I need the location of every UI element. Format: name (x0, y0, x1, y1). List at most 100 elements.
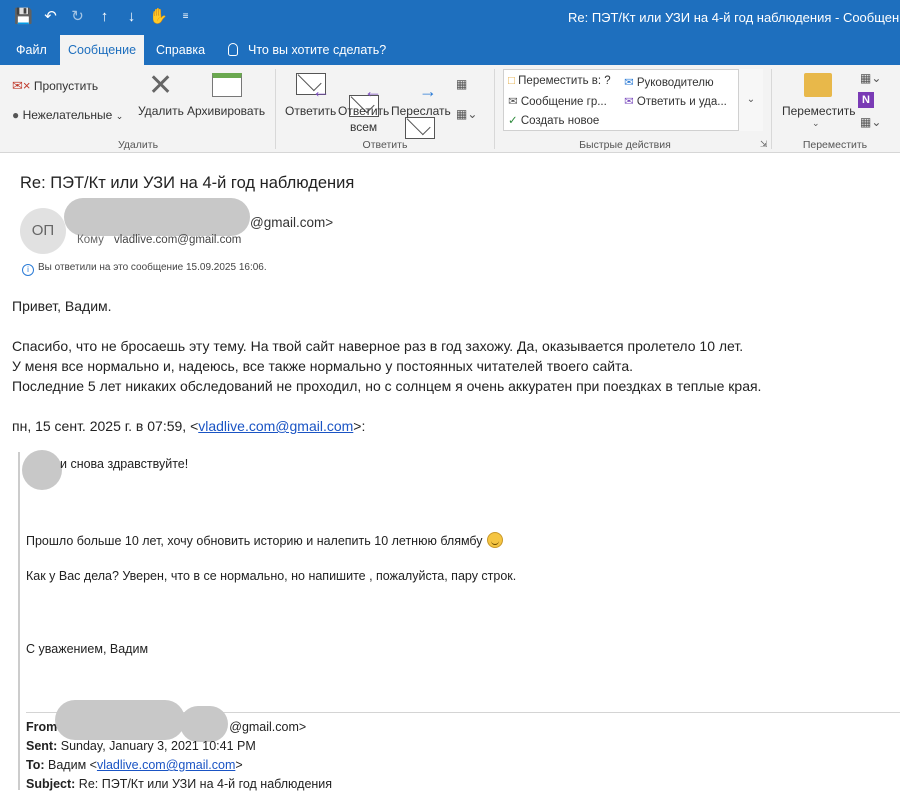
quickstep-create-new-label: Создать новое (520, 115, 600, 127)
up-icon[interactable]: ↑ (91, 6, 118, 28)
forward-icon[interactable] (405, 117, 435, 139)
junk-label: Нежелательные (22, 108, 113, 122)
junk-icon: ● (12, 108, 20, 122)
group-label-delete: Удалить (117, 139, 159, 151)
to-label: Кому (77, 234, 104, 246)
dialog-launcher-icon[interactable]: ⇲ (760, 139, 768, 150)
ignore-label: Пропустить (33, 79, 99, 93)
ribbon: ✉× Пропустить ● Нежелательные ⌄ ✕ Удалит… (0, 65, 900, 153)
ribbon-separator (275, 69, 276, 149)
quote-intro: пн, 15 сент. 2025 г. в 07:59, <vladlive.… (12, 418, 365, 434)
ribbon-tabs: Файл Сообщение Справка Что вы хотите сде… (0, 35, 900, 65)
quote-hello: и снова здравствуйте! (60, 457, 189, 471)
group-label-respond: Ответить (362, 139, 408, 151)
ribbon-separator (771, 69, 772, 149)
to-recipient[interactable]: vladlive.com@gmail.com (114, 234, 241, 246)
quote-regards: С уважением, Вадим (26, 642, 149, 656)
tab-help[interactable]: Справка (148, 35, 213, 65)
quick-steps-more-button[interactable]: ⌄ (738, 69, 763, 131)
quoted-avatar-redaction (22, 450, 62, 490)
junk-button[interactable]: ● Нежелательные ⌄ (12, 108, 123, 122)
quoted-subject: Subject: Re: ПЭТ/Кт или УЗИ на 4-й год н… (26, 777, 332, 791)
ribbon-separator (494, 69, 495, 149)
quoted-sent-label: Sent: (26, 739, 58, 753)
quoted-sent: Sent: Sunday, January 3, 2021 10:41 PM (26, 739, 256, 753)
ignore-button[interactable]: ✉× Пропустить (12, 78, 98, 94)
redo-icon[interactable]: ↻ (64, 6, 91, 28)
greeting: Привет, Вадим. (12, 298, 112, 314)
tab-message[interactable]: Сообщение (60, 35, 144, 65)
move-button[interactable]: Переместить (782, 104, 856, 118)
quoted-sender-redaction (55, 700, 185, 740)
group-label-move: Переместить (802, 139, 868, 151)
undo-icon[interactable]: ↶ (37, 6, 64, 28)
quoted-sent-value: Sunday, January 3, 2021 10:41 PM (60, 739, 256, 753)
body-line-1: Спасибо, что не бросаешь эту тему. На тв… (12, 338, 744, 354)
move-folder-icon[interactable] (804, 73, 832, 97)
quoted-sender-redaction-2 (180, 706, 228, 742)
reply-button[interactable]: Ответить (285, 104, 336, 118)
reply-arrow-icon: ← (312, 81, 330, 101)
reply-all-button[interactable]: Ответить (338, 104, 389, 118)
customize-icon[interactable]: ≡ (172, 6, 199, 28)
quickstep-to-manager[interactable]: ✉ Руководителю (624, 75, 714, 89)
quoted-to-prefix: Вадим < (48, 758, 97, 772)
reply-info-bar[interactable]: i Вы ответили на это сообщение 15.09.2025… (22, 262, 267, 276)
sender-name-redaction (64, 198, 250, 236)
quoted-to-suffix: > (235, 758, 243, 772)
quote-intro-prefix: пн, 15 сент. 2025 г. в 07:59, < (12, 418, 199, 434)
more-respond-icon[interactable]: ▦⌄ (456, 107, 477, 121)
quickstep-reply-delete[interactable]: ✉ Ответить и уда... (624, 94, 727, 108)
onenote-icon[interactable]: N (858, 92, 874, 108)
touch-mode-icon[interactable]: ✋ (145, 6, 172, 28)
quote-intro-suffix: >: (353, 418, 366, 434)
window-title: Re: ПЭТ/Кт или УЗИ на 4-й год наблюдения… (568, 10, 900, 25)
tell-me-placeholder: Что вы хотите сделать? (248, 43, 387, 57)
archive-button[interactable]: Архивировать (187, 104, 265, 118)
quote-line-1: Прошло больше 10 лет, хочу обновить исто… (26, 532, 503, 548)
avatar[interactable]: ОП (20, 208, 66, 254)
quote-intro-email-link[interactable]: vladlive.com@gmail.com (198, 418, 353, 434)
quickstep-create-new[interactable]: ✓ Создать новое (508, 113, 599, 127)
forward-arrow-icon: → (419, 81, 437, 101)
ignore-icon: ✉× (12, 78, 31, 93)
quoted-from-label: From (26, 720, 58, 734)
tell-me-box[interactable]: Что вы хотите сделать? (228, 35, 386, 65)
title-bar: 💾 ↶ ↻ ↑ ↓ ✋ ≡ Re: ПЭТ/Кт или УЗИ на 4-й … (0, 0, 900, 35)
check-icon: ✓ (508, 115, 518, 127)
delete-button[interactable]: Удалить (138, 104, 184, 118)
chevron-down-icon: ⌄ (115, 111, 124, 121)
quickstep-reply-delete-label: Ответить и уда... (636, 96, 727, 108)
message-subject: Re: ПЭТ/Кт или УЗИ на 4-й год наблюдения (20, 174, 355, 192)
body-line-2: У меня все нормально и, надеюсь, все так… (12, 358, 633, 374)
reply-delete-icon: ✉ (624, 96, 634, 108)
sender-address[interactable]: @gmail.com> (250, 215, 333, 230)
move-dropdown-icon[interactable]: ⌄ (812, 118, 820, 129)
quickstep-move-to[interactable]: □ Переместить в: ? (508, 75, 611, 87)
quickstep-team-email[interactable]: ✉ Сообщение гр... (508, 94, 607, 108)
archive-icon[interactable] (212, 73, 242, 97)
quoted-to-email-link[interactable]: vladlive.com@gmail.com (97, 758, 235, 772)
tab-file[interactable]: Файл (8, 35, 55, 65)
forward-button[interactable]: Переслать (391, 104, 451, 118)
smiley-icon (486, 532, 503, 548)
body-line-3: Последние 5 лет никаких обследований не … (12, 378, 762, 394)
down-icon[interactable]: ↓ (118, 6, 145, 28)
reply-all-button-line2[interactable]: всем (350, 120, 377, 134)
quote-line-2: Как у Вас дела? Уверен, что в се нормаль… (26, 569, 517, 583)
lightbulb-icon (228, 43, 238, 56)
reply-info-text: Вы ответили на это сообщение 15.09.2025 … (38, 262, 267, 273)
group-label-quick-steps: Быстрые действия (579, 139, 671, 151)
quick-access-toolbar: 💾 ↶ ↻ ↑ ↓ ✋ ≡ (10, 6, 199, 28)
quoted-from-address[interactable]: @gmail.com> (229, 720, 306, 734)
actions-icon[interactable]: ▦⌄ (860, 115, 881, 129)
save-icon[interactable]: 💾 (10, 6, 37, 28)
folder-icon: □ (508, 75, 515, 87)
rules-icon[interactable]: ▦⌄ (860, 71, 881, 85)
reply-all-arrow-icon: ← (364, 81, 382, 101)
delete-icon[interactable]: ✕ (148, 71, 173, 101)
quoted-to: To: Вадим <vladlive.com@gmail.com> (26, 758, 243, 772)
forward-mail-icon: ✉ (624, 77, 634, 89)
meeting-reply-icon[interactable]: ▦ (456, 77, 467, 91)
info-icon: i (22, 264, 34, 276)
